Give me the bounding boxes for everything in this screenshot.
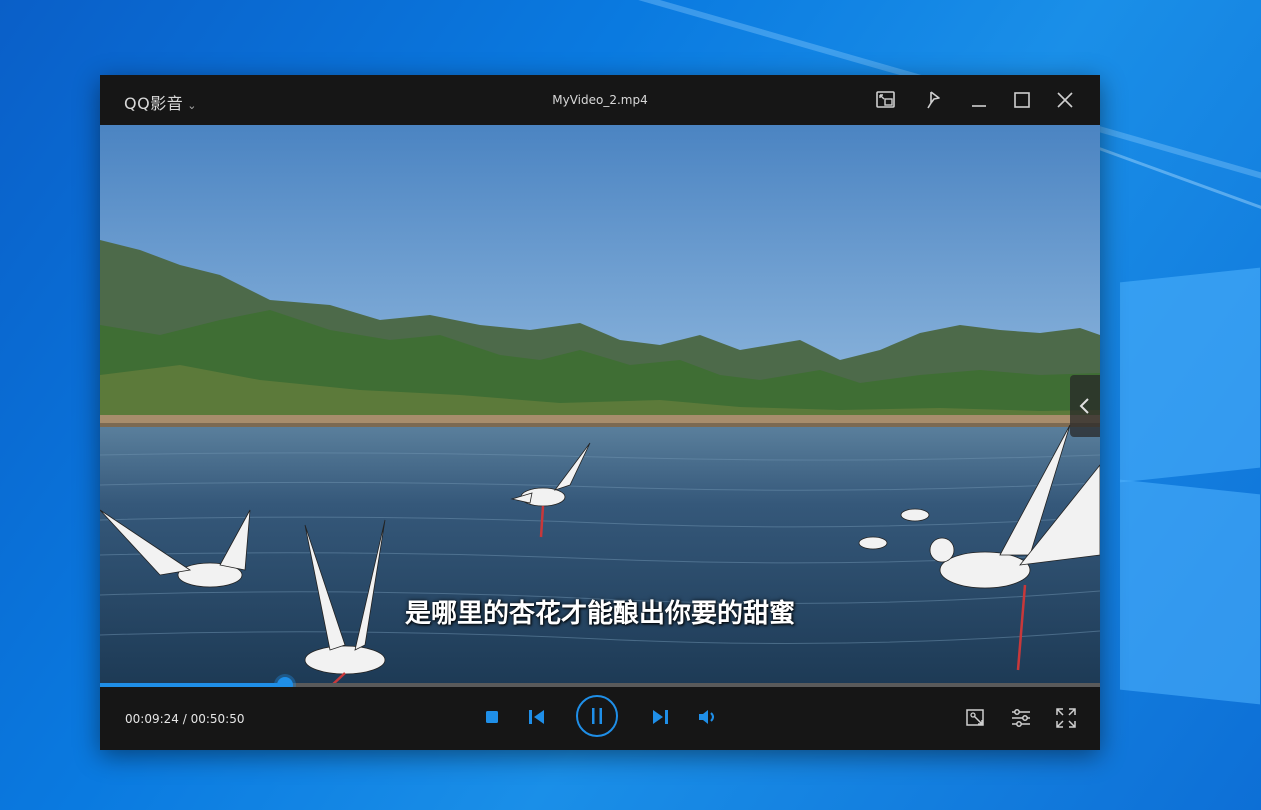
screenshot-button[interactable] bbox=[965, 707, 987, 729]
playlist-toggle-button[interactable] bbox=[1070, 375, 1100, 437]
next-button[interactable] bbox=[651, 709, 669, 725]
mini-mode-icon bbox=[876, 91, 895, 108]
pin-button[interactable] bbox=[922, 88, 946, 112]
fullscreen-button[interactable] bbox=[1055, 707, 1077, 729]
previous-icon bbox=[529, 710, 544, 724]
current-time: 00:09:24 bbox=[125, 712, 179, 726]
video-canvas[interactable]: 是哪里的杏花才能酿出你要的甜蜜 bbox=[100, 125, 1100, 685]
settings-icon bbox=[1012, 709, 1030, 727]
control-bar: 00:09:24 / 00:50:50 bbox=[100, 687, 1100, 750]
file-title: MyVideo_2.mp4 bbox=[552, 93, 648, 107]
next-icon bbox=[653, 710, 668, 724]
screenshot-icon bbox=[966, 709, 984, 726]
pause-button[interactable] bbox=[576, 695, 618, 737]
settings-button[interactable] bbox=[1010, 707, 1032, 729]
stop-icon bbox=[486, 711, 498, 723]
video-subtitle: 是哪里的杏花才能酿出你要的甜蜜 bbox=[404, 599, 795, 629]
minimize-icon bbox=[972, 105, 986, 107]
chevron-left-icon bbox=[1079, 398, 1089, 414]
maximize-button[interactable] bbox=[1010, 88, 1034, 112]
player-window: QQ影音 ⌄ MyVideo_2.mp4 是哪里的杏花才能酿出你要的甜蜜 00:… bbox=[100, 75, 1100, 750]
previous-button[interactable] bbox=[528, 709, 546, 725]
close-icon bbox=[1057, 92, 1073, 108]
maximize-icon bbox=[1014, 92, 1030, 108]
minimize-button[interactable] bbox=[967, 88, 991, 112]
windows-logo-wallpaper bbox=[1100, 255, 1261, 705]
total-time: 00:50:50 bbox=[190, 712, 245, 726]
pause-icon bbox=[592, 708, 602, 724]
mini-mode-button[interactable] bbox=[874, 88, 898, 112]
time-separator: / bbox=[178, 712, 191, 726]
volume-button[interactable] bbox=[697, 708, 719, 726]
time-display: 00:09:24 / 00:50:50 bbox=[125, 712, 244, 726]
stop-button[interactable] bbox=[485, 710, 499, 724]
fullscreen-icon bbox=[1056, 708, 1076, 728]
title-bar[interactable]: QQ影音 ⌄ MyVideo_2.mp4 bbox=[100, 75, 1100, 125]
volume-icon bbox=[699, 710, 714, 724]
pin-icon bbox=[927, 91, 940, 109]
close-button[interactable] bbox=[1053, 88, 1077, 112]
